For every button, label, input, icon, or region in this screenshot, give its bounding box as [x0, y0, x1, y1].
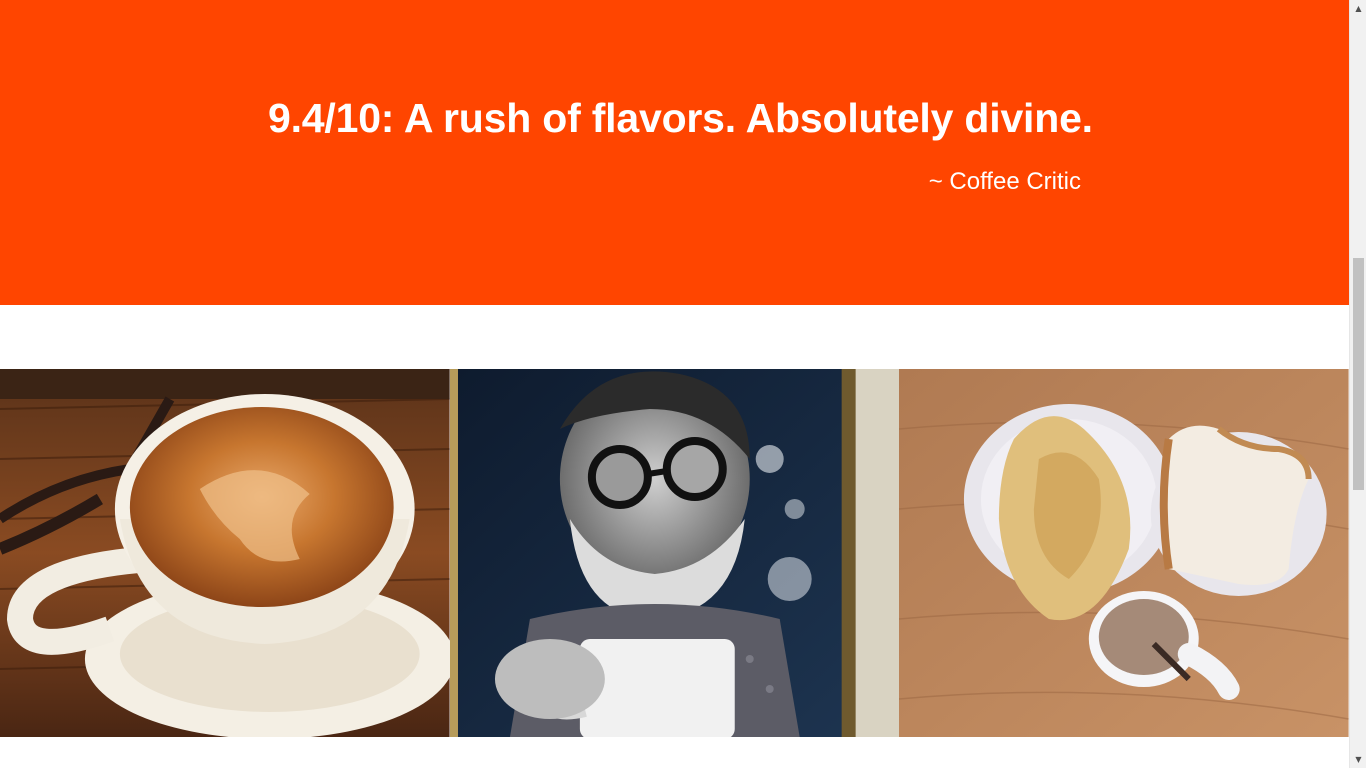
latte-art-cup-photo	[0, 369, 450, 737]
triangle-down-icon[interactable]: ▼	[1350, 751, 1366, 768]
quote-banner: 9.4/10: A rush of flavors. Absolutely di…	[0, 0, 1349, 305]
vertical-scrollbar[interactable]: ▲ ▼	[1349, 0, 1366, 768]
quote-block: 9.4/10: A rush of flavors. Absolutely di…	[268, 95, 1093, 196]
quote-author: ~ Coffee Critic	[928, 168, 1081, 195]
triangle-up-icon[interactable]: ▲	[1350, 0, 1366, 17]
page: 9.4/10: A rush of flavors. Absolutely di…	[0, 0, 1349, 768]
photo-gallery	[0, 369, 1349, 737]
scrollbar-thumb[interactable]	[1353, 258, 1364, 490]
bearded-man-portrait-photo	[449, 369, 900, 737]
breakfast-table-photo	[899, 369, 1349, 737]
quote-text: 9.4/10: A rush of flavors. Absolutely di…	[268, 95, 1093, 141]
